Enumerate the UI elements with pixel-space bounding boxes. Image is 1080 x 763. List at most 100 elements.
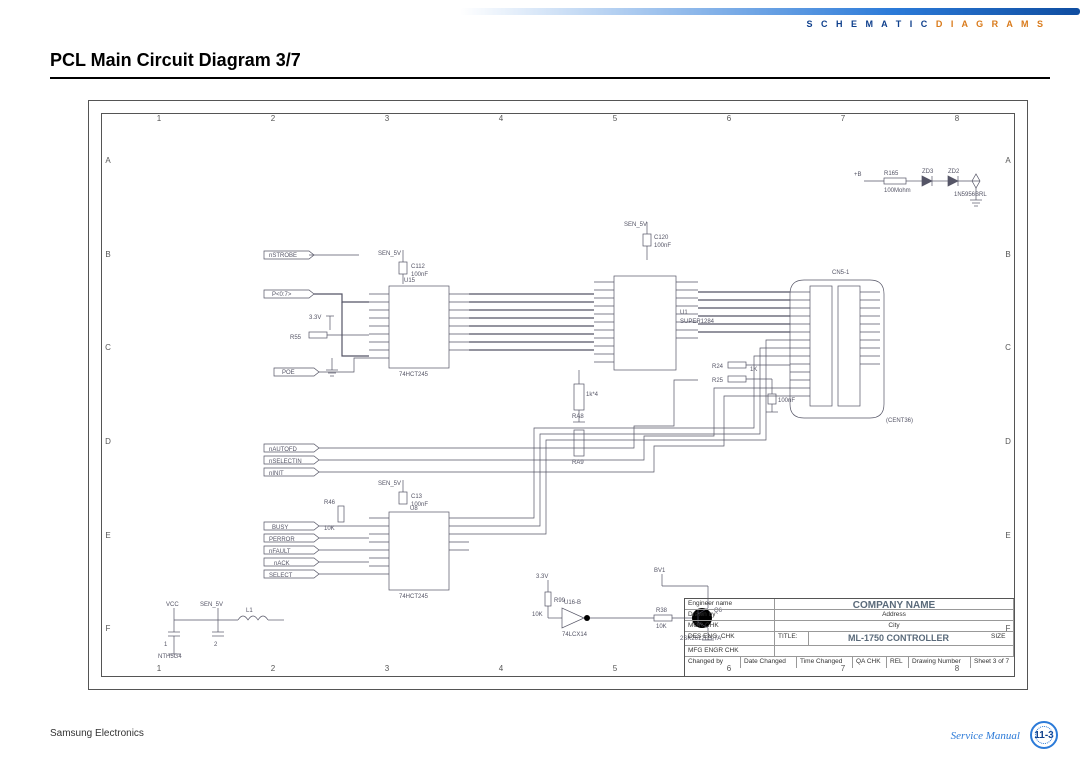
svg-text:PERROR: PERROR — [269, 537, 295, 543]
svg-text:R24: R24 — [712, 364, 724, 370]
cn5-block: CN5-1 (CENT36) — [698, 270, 913, 424]
svg-text:SELECT: SELECT — [269, 573, 293, 579]
svg-text:C112: C112 — [411, 264, 426, 270]
svg-text:(CENT36): (CENT36) — [886, 418, 913, 424]
svg-text:U15: U15 — [404, 278, 416, 284]
svg-text:3.3V: 3.3V — [309, 315, 321, 321]
col-3-top: 3 — [330, 114, 444, 126]
svg-text:VCC: VCC — [166, 602, 179, 608]
power-net: VCC SEN_5V 1 2 L1 NTH5G4 — [158, 602, 284, 660]
svg-text:1N5956BRL: 1N5956BRL — [954, 192, 987, 198]
svg-text:74HCT245: 74HCT245 — [399, 372, 429, 378]
section-label: S C H E M A T I C D I A G R A M S — [806, 19, 1046, 29]
row-e-l: E — [102, 489, 114, 583]
svg-text:100nF: 100nF — [654, 243, 671, 249]
company-name: COMPANY NAME — [775, 599, 1014, 609]
svg-text:SEN_5V: SEN_5V — [378, 251, 401, 257]
svg-text:U8: U8 — [410, 506, 418, 512]
svg-text:RA9: RA9 — [572, 460, 584, 466]
page-title: PCL Main Circuit Diagram 3/7 — [50, 50, 1050, 79]
rel-lbl: REL — [887, 657, 909, 668]
svg-text:BUSY: BUSY — [272, 525, 288, 531]
col-8-top: 8 — [900, 114, 1014, 126]
svg-text:R55: R55 — [290, 335, 302, 341]
col-4-top: 4 — [444, 114, 558, 126]
col-3-bot: 3 — [330, 664, 444, 676]
svg-text:10K: 10K — [324, 526, 335, 532]
svg-text:NTH5G4: NTH5G4 — [158, 654, 182, 660]
mgr-chk-lbl: MGR CHK — [685, 621, 775, 631]
svg-text:10K: 10K — [532, 612, 543, 618]
u1-block: SEN_5V C120 100nF U1 SUPER1284 — [469, 222, 715, 466]
svg-text:R38: R38 — [656, 608, 668, 614]
row-d-r: D — [1002, 395, 1014, 489]
svg-text:BV1: BV1 — [654, 568, 666, 574]
section-label-part1: S C H E M A T I C — [806, 19, 930, 29]
qa-chk-lbl: QA CHK — [853, 657, 887, 668]
col-5-top: 5 — [558, 114, 672, 126]
svg-text:R46: R46 — [324, 500, 336, 506]
svg-text:nFAULT: nFAULT — [269, 549, 291, 555]
row-a-l: A — [102, 114, 114, 208]
svg-text:U16-B: U16-B — [564, 600, 581, 606]
page-number-badge: 11-3 — [1030, 721, 1058, 749]
svg-text:C13: C13 — [411, 494, 423, 500]
row-c-r: C — [1002, 301, 1014, 395]
col-1-top: 1 — [102, 114, 216, 126]
svg-text:ZD3: ZD3 — [922, 169, 934, 175]
col-7-top: 7 — [786, 114, 900, 126]
header-strip: S C H E M A T I C D I A G R A M S — [20, 0, 1080, 28]
svg-text:U1: U1 — [680, 310, 688, 316]
svg-text:1k*4: 1k*4 — [586, 392, 599, 398]
mfg-engr-chk-lbl: MFG ENGR CHK — [685, 646, 775, 656]
sheet-lbl: Sheet 3 of 7 — [971, 657, 1014, 668]
drawing-inner-frame: +B R165 100Mohm ZD3 ZD2 1N5956BRL — [101, 113, 1015, 677]
svg-text:nSTROBE: nSTROBE — [269, 253, 297, 259]
row-b-l: B — [102, 208, 114, 302]
des-eng-chk-lbl: DES ENG. CHK — [685, 632, 775, 645]
title-lbl: TITLE: — [775, 632, 809, 645]
title-block: Engineer name COMPANY NAME Drawn by Addr… — [684, 598, 1014, 676]
drawing-frame: +B R165 100Mohm ZD3 ZD2 1N5956BRL — [88, 100, 1028, 690]
signals-mid: nAUTOFD nSELECTIN nINIT — [264, 380, 790, 477]
row-f-l: F — [102, 582, 114, 676]
svg-text:R25: R25 — [712, 378, 724, 384]
col-2-top: 2 — [216, 114, 330, 126]
svg-text:P<0:7>: P<0:7> — [272, 292, 292, 298]
row-e-r: E — [1002, 489, 1014, 583]
svg-text:2: 2 — [214, 642, 218, 648]
row-c-l: C — [102, 301, 114, 395]
tvs-chain: +B R165 100Mohm ZD3 ZD2 1N5956BRL — [854, 169, 987, 206]
col-6-top: 6 — [672, 114, 786, 126]
svg-text:nACK: nACK — [274, 561, 290, 567]
product-title: ML-1750 CONTROLLER — [809, 632, 988, 645]
svg-text:100Mohm: 100Mohm — [884, 188, 911, 194]
svg-text:C120: C120 — [654, 235, 669, 241]
svg-text:ZD2: ZD2 — [948, 169, 960, 175]
drawing-num-lbl: Drawing Number — [909, 657, 971, 668]
svg-text:74HCT245: 74HCT245 — [399, 594, 429, 600]
size-lbl: SIZE — [988, 632, 1014, 645]
col-5-bot: 5 — [558, 664, 672, 676]
footer-manual: Service Manual — [951, 730, 1020, 742]
svg-text:100nF: 100nF — [778, 398, 795, 404]
svg-text:10K: 10K — [656, 624, 667, 630]
city-lbl: City — [775, 621, 1014, 631]
svg-text:74LCX14: 74LCX14 — [562, 632, 588, 638]
col-4-bot: 4 — [444, 664, 558, 676]
svg-text:CN5-1: CN5-1 — [832, 270, 850, 276]
row-d-l: D — [102, 395, 114, 489]
svg-text:POE: POE — [282, 370, 295, 376]
col-1-bot: 1 — [102, 664, 216, 676]
svg-text:SEN_5V: SEN_5V — [200, 602, 223, 608]
col-2-bot: 2 — [216, 664, 330, 676]
svg-text:SEN_5V: SEN_5V — [624, 222, 647, 228]
svg-text:R165: R165 — [884, 171, 899, 177]
engineer-lbl: Engineer name — [685, 599, 775, 609]
changed-lbl: Changed by — [685, 657, 741, 668]
row-a-r: A — [1002, 114, 1014, 208]
time-changed-lbl: Time Changed — [797, 657, 853, 668]
row-b-r: B — [1002, 208, 1014, 302]
u15-block: nSTROBE SEN_5V C112 100nF P<0:7> U15 74H… — [264, 250, 469, 378]
drawn-lbl: Drawn by — [685, 610, 775, 620]
